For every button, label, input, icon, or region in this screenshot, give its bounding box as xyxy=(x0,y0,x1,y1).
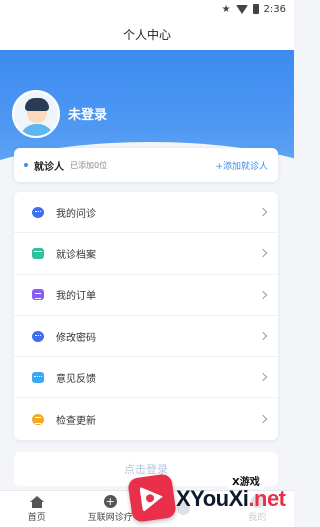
menu-item-label: 就诊档案 xyxy=(56,249,96,261)
update-icon xyxy=(32,413,44,425)
menu-item-feedback[interactable]: 意见反馈 xyxy=(14,357,278,399)
menu-item-label: 修改密码 xyxy=(56,332,96,344)
home-icon xyxy=(29,495,44,508)
menu-item-label: 意见反馈 xyxy=(56,373,96,385)
nav-item-label: 首页 xyxy=(27,512,46,523)
watermark: X游戏 XYouXi.net xyxy=(127,470,294,527)
page-title: 个人中心 xyxy=(122,27,171,42)
menu-item-label: 我的问诊 xyxy=(56,208,96,220)
gamepad-logo-icon xyxy=(127,473,177,523)
menu-item-my-consultations[interactable]: 我的问诊 xyxy=(14,192,278,234)
patient-card: 就诊人 已添加0位 +添加就诊人 xyxy=(14,148,278,182)
menu-item-change-password[interactable]: 修改密码 xyxy=(14,316,278,358)
status-bar: ★ 2:36 xyxy=(0,0,294,18)
battery-icon xyxy=(252,4,259,14)
chevron-right-icon xyxy=(258,331,268,341)
watermark-text: XYouXi.net xyxy=(176,486,286,512)
menu-item-medical-records[interactable]: 就诊档案 xyxy=(14,233,278,275)
plus-circle-icon: + xyxy=(103,495,117,508)
menu-item-label: 我的订单 xyxy=(56,291,96,303)
login-status[interactable]: 未登录 xyxy=(68,104,107,123)
menu-item-label: 检查更新 xyxy=(56,415,96,427)
feedback-icon xyxy=(32,371,44,383)
chevron-right-icon xyxy=(258,373,268,382)
wifi-icon xyxy=(235,4,248,14)
title-bar: 个人中心 xyxy=(0,18,294,50)
patient-count: 已添加0位 xyxy=(70,160,108,170)
avatar[interactable] xyxy=(12,90,60,138)
patient-label: 就诊人 xyxy=(34,161,64,173)
order-icon xyxy=(32,289,44,301)
menu-list: 我的问诊 就诊档案 我的订单 修改密码 意见反馈 检查更新 xyxy=(14,192,278,440)
archive-icon xyxy=(32,247,44,259)
add-patient-button[interactable]: +添加就诊人 xyxy=(215,159,268,172)
nav-item-label: 互联网诊疗 xyxy=(87,513,133,523)
bullet-dot-icon xyxy=(24,163,28,167)
watermark-text-suffix: .net xyxy=(248,486,286,511)
menu-item-check-update[interactable]: 检查更新 xyxy=(14,398,278,439)
chevron-right-icon xyxy=(258,249,268,258)
chevron-right-icon xyxy=(258,207,268,217)
nav-item-home[interactable]: 首页 xyxy=(0,491,74,527)
watermark-text-main: XYouXi xyxy=(176,486,249,511)
password-icon xyxy=(32,330,44,342)
chevron-right-icon xyxy=(258,414,268,424)
chevron-right-icon xyxy=(258,290,268,299)
chat-bubble-icon xyxy=(32,206,44,218)
star-icon: ★ xyxy=(221,3,231,15)
status-time: 2:36 xyxy=(263,3,286,15)
menu-item-my-orders[interactable]: 我的订单 xyxy=(14,275,278,316)
